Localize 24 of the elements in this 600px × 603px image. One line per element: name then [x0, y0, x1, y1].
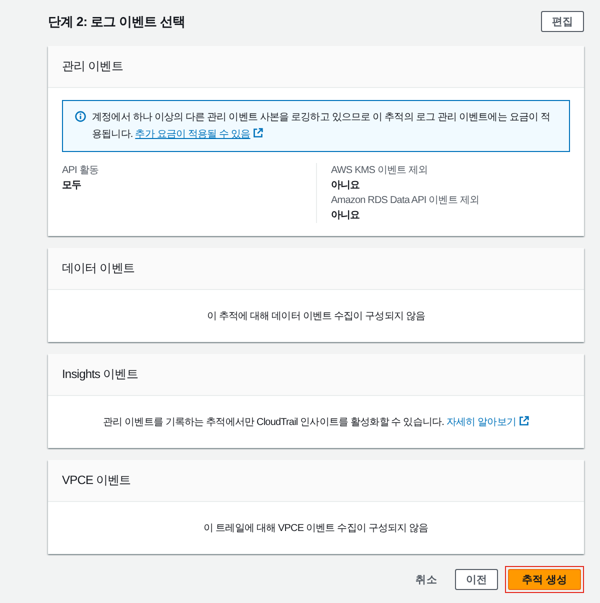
field-value: 아니요 [331, 179, 360, 193]
info-icon [75, 111, 86, 122]
empty-message: 관리 이벤트를 기록하는 추적에서만 CloudTrail 인사이트를 활성화할 수 있습니다. 자세히 알아보기 [103, 415, 529, 429]
cancel-button[interactable]: 취소 [408, 569, 445, 590]
section-title: Insights 이벤트 [62, 366, 138, 383]
field-label: API 활동 [62, 164, 98, 178]
create-trail-button[interactable]: 추적 생성 [508, 569, 581, 590]
previous-button[interactable]: 이전 [454, 569, 498, 590]
section-title: 데이터 이벤트 [62, 260, 135, 277]
alert-text: 계정에서 하나 이상의 다른 관리 이벤트 사본을 로깅하고 있으므로 이 추적의 로그 관리 이벤트에는 요금이 적용됩니다. 추가 요금이 적용될 수 있음 [92, 111, 552, 142]
section-title: 관리 이벤트 [62, 58, 123, 75]
field-value: 모두 [62, 179, 82, 193]
external-link-icon [519, 416, 529, 426]
field-label: Amazon RDS Data API 이벤트 제외 [331, 194, 479, 208]
extra-charges-link[interactable]: 추가 요금이 적용될 수 있음 [135, 129, 264, 140]
field-value: 아니요 [331, 209, 360, 223]
empty-message: 이 트레일에 대해 VPCE 이벤트 수집이 구성되지 않음 [204, 522, 428, 535]
section-title: VPCE 이벤트 [62, 472, 131, 489]
empty-message: 이 추적에 대해 데이터 이벤트 수집이 구성되지 않음 [206, 310, 426, 323]
field-label: AWS KMS 이벤트 제외 [331, 164, 428, 178]
edit-button[interactable]: 편집 [540, 11, 584, 32]
step-title: 단계 2: 로그 이벤트 선택 [48, 12, 186, 30]
external-link-icon [253, 128, 264, 138]
learn-more-link[interactable]: 자세히 알아보기 [446, 417, 529, 428]
